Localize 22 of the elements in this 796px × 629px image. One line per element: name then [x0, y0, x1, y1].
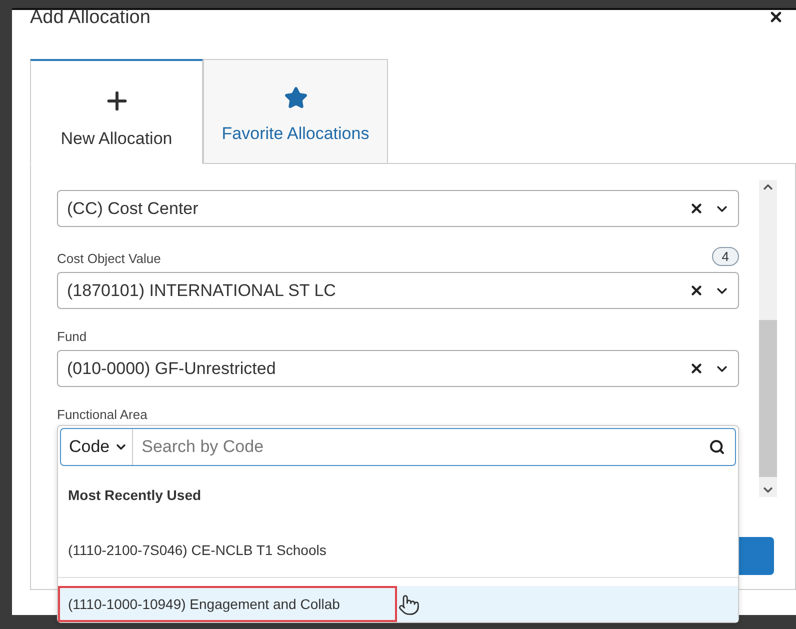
- field-label: Fund: [57, 329, 87, 344]
- clear-icon[interactable]: [689, 201, 704, 216]
- select-field[interactable]: (1870101) INTERNATIONAL ST LC: [57, 272, 739, 309]
- close-button[interactable]: [768, 9, 784, 25]
- scrollbar[interactable]: [759, 180, 777, 497]
- tab[interactable]: Favorite Allocations: [203, 59, 388, 164]
- field-label: Cost Object Value: [57, 251, 161, 266]
- field-label: Functional Area: [57, 407, 148, 422]
- clear-icon[interactable]: [689, 361, 704, 376]
- select-field[interactable]: (CC) Cost Center: [57, 190, 739, 227]
- search-icon: [709, 439, 725, 455]
- hand-cursor-icon: [398, 594, 420, 616]
- code-select[interactable]: Code: [61, 429, 133, 465]
- count-badge: 4: [712, 247, 739, 266]
- clear-icon[interactable]: [689, 283, 704, 298]
- dropdown-option[interactable]: (1110-1000-10949) Engagement and Collab: [58, 586, 397, 622]
- dialog-title: Add Allocation: [30, 10, 150, 25]
- star-icon: [284, 86, 308, 110]
- tab[interactable]: New Allocation: [30, 59, 203, 164]
- select-field[interactable]: (010-0000) GF-Unrestricted: [57, 350, 739, 387]
- search-field[interactable]: Code Search by Code: [60, 428, 736, 466]
- section-heading: Most Recently Used: [67, 486, 202, 505]
